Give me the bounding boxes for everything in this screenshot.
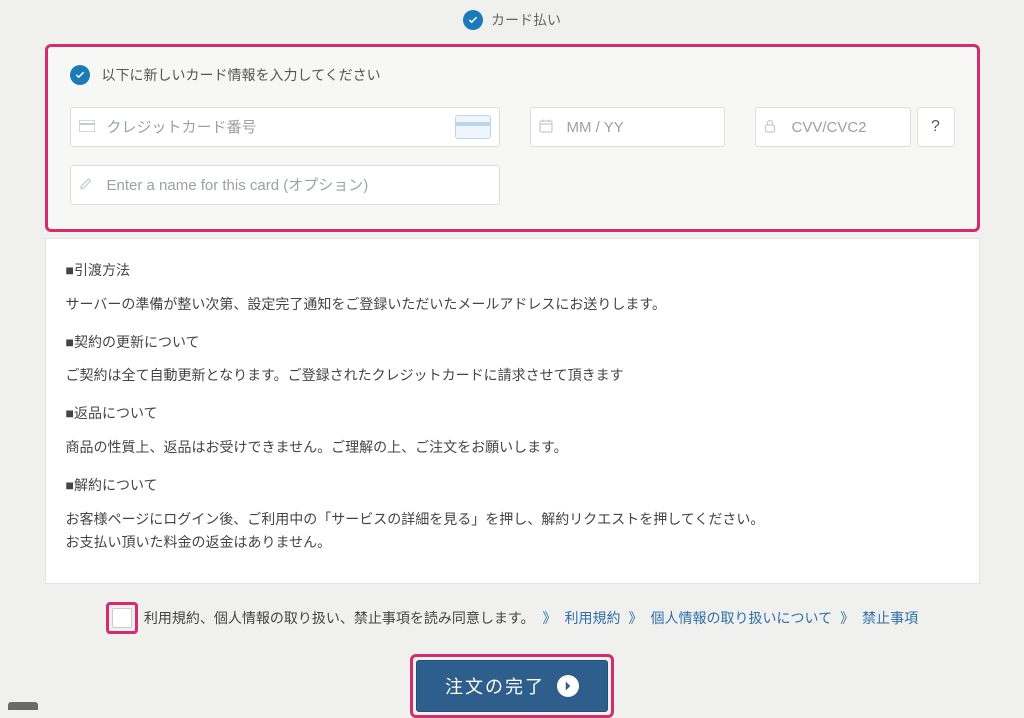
terms-info-box: ■引渡方法 サーバーの準備が整い次第、設定完了通知をご登録いただいたメールアドレ… (45, 238, 980, 584)
submit-wrap: 注文の完了 (45, 654, 980, 718)
terms-link-prohibited[interactable]: 禁止事項 (862, 608, 918, 628)
card-entry-panel: 以下に新しいカード情報を入力してください (45, 44, 980, 232)
card-icon (79, 120, 95, 134)
info-heading: ■引渡方法 (66, 259, 959, 283)
terms-checkbox-frame (106, 602, 138, 634)
card-brand-icon (455, 115, 491, 139)
terms-agreement-row: 利用規約、個人情報の取り扱い、禁止事項を読み同意します。 》 利用規約 》 個人… (45, 602, 980, 634)
info-text: 商品の性質上、返品はお受けできません。ご理解の上、ご注文をお願いします。 (66, 436, 959, 460)
submit-label: 注文の完了 (445, 673, 545, 699)
cc-cvv-input[interactable] (766, 108, 900, 146)
cc-cvv-group: ? (755, 107, 955, 147)
checkout-container: カード払い 以下に新しいカード情報を入力してください (45, 0, 980, 718)
info-text: お客様ページにログイン後、ご利用中の「サービスの詳細を見る」を押し、解約リクエス… (66, 508, 959, 556)
lock-icon (764, 119, 776, 135)
complete-order-button[interactable]: 注文の完了 (416, 660, 608, 712)
payment-method-card[interactable]: カード払い (45, 6, 980, 44)
separator-icon: 》 (629, 608, 643, 628)
card-name-input[interactable] (81, 166, 489, 204)
separator-icon: 》 (840, 608, 854, 628)
card-name-field[interactable] (70, 165, 500, 205)
terms-prefix: 利用規約、個人情報の取り扱い、禁止事項を読み同意します。 (144, 608, 535, 628)
terms-link-privacy[interactable]: 個人情報の取り扱いについて (651, 608, 833, 628)
bottom-left-chip (8, 702, 38, 710)
calendar-icon (539, 119, 553, 135)
cc-cvv-field[interactable] (755, 107, 911, 147)
pencil-icon (79, 178, 92, 193)
cvv-help-button[interactable]: ? (917, 107, 955, 147)
terms-link-tos[interactable]: 利用規約 (565, 608, 621, 628)
payment-method-label: カード払い (491, 10, 561, 30)
terms-checkbox[interactable] (112, 608, 132, 628)
info-text: サーバーの準備が整い次第、設定完了通知をご登録いただいたメールアドレスにお送りし… (66, 293, 959, 317)
info-heading: ■契約の更新について (66, 331, 959, 355)
info-heading: ■返品について (66, 402, 959, 426)
check-circle-icon (70, 65, 90, 85)
card-panel-heading: 以下に新しいカード情報を入力してください (102, 65, 381, 85)
card-panel-header: 以下に新しいカード情報を入力してください (70, 65, 955, 85)
cc-number-field[interactable] (70, 107, 500, 147)
check-circle-icon (463, 10, 483, 30)
submit-frame: 注文の完了 (410, 654, 614, 718)
arrow-right-circle-icon (557, 675, 579, 697)
card-fields-row: ? (70, 107, 955, 147)
cc-expiry-input[interactable] (541, 108, 714, 146)
info-heading: ■解約について (66, 474, 959, 498)
info-text: ご契約は全て自動更新となります。ご登録されたクレジットカードに請求させて頂きます (66, 364, 959, 388)
separator-icon: 》 (543, 608, 557, 628)
cc-expiry-field[interactable] (530, 107, 725, 147)
cc-number-input[interactable] (81, 108, 489, 146)
